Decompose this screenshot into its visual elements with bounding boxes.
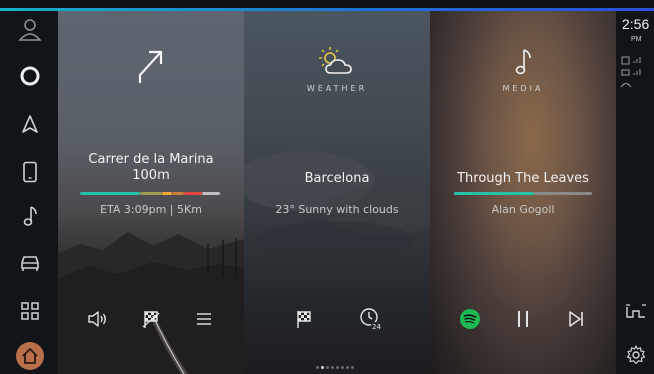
next-track-button[interactable] [563,306,589,332]
eta-text: ETA 3:09pm | 5Km [100,203,202,216]
finish-flag-button[interactable] [138,306,164,332]
volume-button[interactable] [85,306,111,332]
media-caption: MEDIA [502,84,544,93]
playback-progress-fill [454,192,534,195]
page-indicator[interactable] [316,366,354,369]
left-sidebar [0,11,58,374]
pause-button[interactable] [510,306,536,332]
svg-text:24: 24 [372,323,381,331]
status-ampm: PM [631,36,642,43]
vehicle-icon[interactable] [12,247,48,277]
finish-flag-button[interactable] [291,306,317,332]
sun-cloud-icon [244,45,430,77]
weather-conditions: 23° Sunny with clouds [275,203,399,216]
settings-gear-icon[interactable] [626,345,646,369]
forecast-clock-icon[interactable]: 24 [358,306,384,332]
turn-arrow-icon [58,45,244,85]
navigation-icon[interactable] [12,109,48,139]
voice-assistant-icon[interactable] [12,61,48,91]
spotify-icon[interactable] [457,306,483,332]
road-landscape-image [58,232,244,374]
apps-grid-icon[interactable] [12,296,48,326]
music-note-icon [430,47,616,77]
weather-caption: WEATHER [306,84,368,93]
weather-city: Barcelona [304,171,370,186]
signal-status-icons [620,56,641,88]
weather-card[interactable]: WEATHER Barcelona 23° Sunny with clouds … [244,11,430,374]
cloud-texture [244,151,430,261]
home-screen: Carrer de la Marina 100m ETA 3:09pm | 5K… [58,11,616,374]
route-list-button[interactable] [191,306,217,332]
media-card[interactable]: MEDIA Through The Leaves Alan Gogoll [430,11,616,374]
track-title: Through The Leaves [457,171,589,186]
phone-icon[interactable] [12,157,48,187]
turn-distance: 100m [132,168,170,183]
seat-adjust-icon[interactable] [624,301,648,325]
music-icon[interactable] [12,201,48,231]
track-artist: Alan Gogoll [491,203,555,216]
street-name: Carrer de la Marina [88,152,214,167]
profile-icon[interactable] [12,15,48,45]
home-button[interactable] [12,341,48,371]
status-time: 2:56 [622,16,650,32]
navigation-card[interactable]: Carrer de la Marina 100m ETA 3:09pm | 5K… [58,11,244,374]
right-status-bar [616,11,654,374]
